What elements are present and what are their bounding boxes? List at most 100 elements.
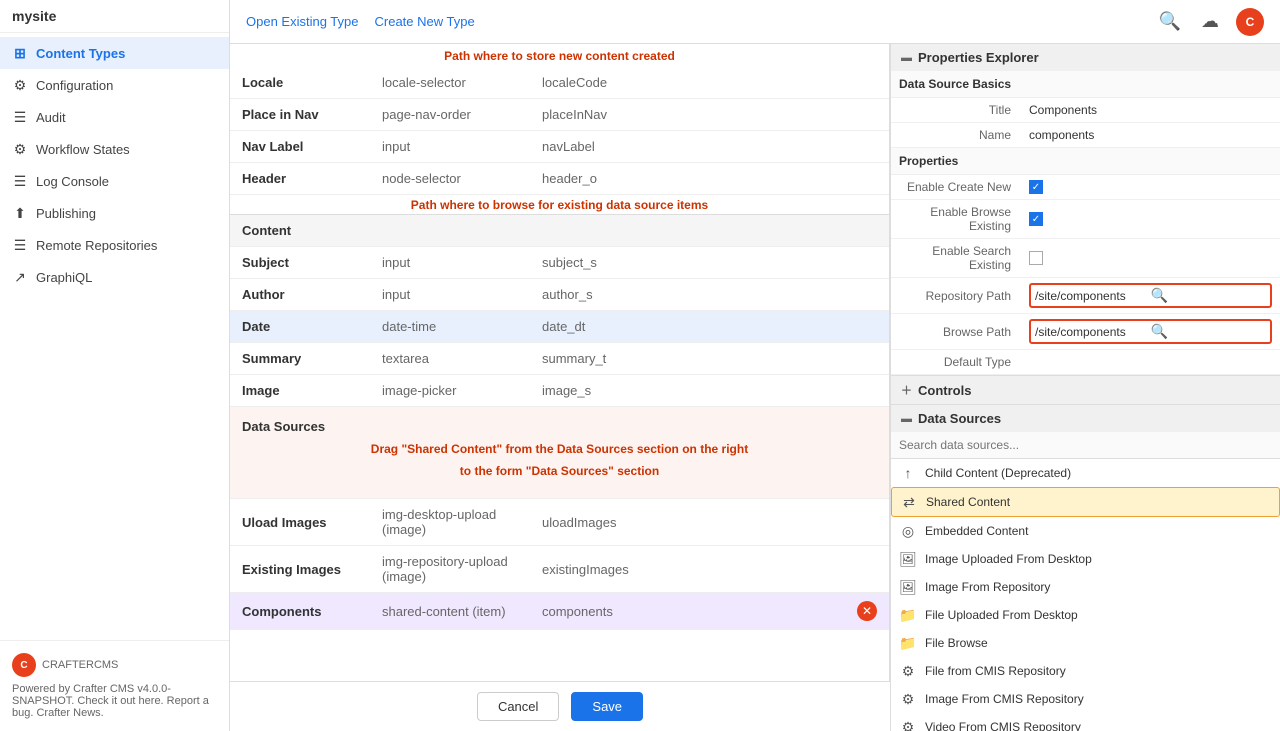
field-name: Date <box>230 311 370 343</box>
table-row: Locale locale-selector localeCode <box>230 67 889 99</box>
prop-row-repo-path: Repository Path /site/components 🔍 <box>891 278 1280 314</box>
ds-item-child-content[interactable]: ↑ Child Content (Deprecated) <box>891 459 1280 487</box>
data-sources-section-label: Data Sources <box>242 419 325 434</box>
ds-item-label: Embedded Content <box>925 524 1028 538</box>
field-name: Locale <box>230 67 370 99</box>
crafter-logo-text: CRAFTERCMS <box>42 659 118 671</box>
grid-icon: ⊞ <box>12 45 28 61</box>
sidebar-nav: ⊞ Content Types ⚙ Configuration ☰ Audit … <box>0 33 229 640</box>
delete-button[interactable]: ✕ <box>857 601 877 621</box>
open-existing-type-link[interactable]: Open Existing Type <box>246 14 359 29</box>
data-sources-label-cell: Data Sources Drag "Shared Content" from … <box>230 407 889 499</box>
sidebar-item-configuration[interactable]: ⚙ Configuration <box>0 69 229 101</box>
sidebar-item-label: Log Console <box>36 174 109 189</box>
search-data-sources-input[interactable] <box>891 432 1280 459</box>
ds-item-embedded-content[interactable]: ◎ Embedded Content <box>891 517 1280 545</box>
field-type: page-nav-order <box>370 99 530 131</box>
controls-header[interactable]: ＋ Controls <box>891 376 1280 404</box>
field-var: localeCode <box>530 67 889 99</box>
properties-explorer-header[interactable]: ▬ Properties Explorer <box>891 44 1280 71</box>
top-bar-icons: 🔍 ☁ C <box>1156 8 1264 36</box>
field-type: input <box>370 279 530 311</box>
table-row: Summary textarea summary_t <box>230 343 889 375</box>
table-row: Nav Label input navLabel <box>230 131 889 163</box>
annotation-store-path: Path where to store new content created <box>230 44 889 67</box>
enable-search-checkbox[interactable] <box>1029 251 1043 265</box>
ds-item-file-desktop[interactable]: 📁 File Uploaded From Desktop <box>891 601 1280 629</box>
ds-item-video-cmis[interactable]: ⚙ Video From CMIS Repository <box>891 713 1280 731</box>
collapse-icon: ▬ <box>901 52 912 64</box>
properties-label: Properties <box>891 148 1280 175</box>
ds-item-file-browse[interactable]: 📁 File Browse <box>891 629 1280 657</box>
sidebar-item-remote-repositories[interactable]: ☰ Remote Repositories <box>0 229 229 261</box>
footer-text1: Powered by Crafter CMS v4.0.0- <box>12 683 217 695</box>
section-label: Content <box>230 215 889 247</box>
sidebar-item-audit[interactable]: ☰ Audit <box>0 101 229 133</box>
sidebar-item-workflow-states[interactable]: ⚙ Workflow States <box>0 133 229 165</box>
field-type: input <box>370 131 530 163</box>
prop-label: Title <box>891 98 1021 123</box>
prop-value <box>1021 239 1280 278</box>
field-type: textarea <box>370 343 530 375</box>
center-panel-wrapper: Path where to store new content created … <box>230 44 890 731</box>
content-table: Content Subject input subject_s Author i… <box>230 214 889 407</box>
browse-path-input[interactable]: /site/components 🔍 <box>1029 319 1272 344</box>
enable-create-checkbox[interactable]: ✓ <box>1029 180 1043 194</box>
console-icon: ☰ <box>12 173 28 189</box>
prop-value: Components <box>1021 98 1280 123</box>
prop-row-enable-browse: Enable Browse Existing ✓ <box>891 200 1280 239</box>
sidebar-item-label: Content Types <box>36 46 125 61</box>
save-button[interactable]: Save <box>571 692 643 721</box>
table-row: Author input author_s <box>230 279 889 311</box>
enable-browse-checkbox[interactable]: ✓ <box>1029 212 1043 226</box>
field-var: placeInNav <box>530 99 889 131</box>
browse-path-value: /site/components <box>1035 325 1151 339</box>
search-icon[interactable]: 🔍 <box>1156 8 1184 36</box>
shared-content-icon: ⇄ <box>900 493 918 511</box>
data-sources-right-header[interactable]: ▬ Data Sources <box>891 405 1280 432</box>
sidebar-item-label: Remote Repositories <box>36 238 157 253</box>
create-new-type-link[interactable]: Create New Type <box>375 14 475 29</box>
ds-item-label: Image Uploaded From Desktop <box>925 552 1092 566</box>
repo-path-search-icon[interactable]: 🔍 <box>1151 287 1267 304</box>
cancel-button[interactable]: Cancel <box>477 692 559 721</box>
repository-path-input[interactable]: /site/components 🔍 <box>1029 283 1272 308</box>
footer-text2: SNAPSHOT. Check it out here. Report a <box>12 695 217 707</box>
field-type: shared-content (item) <box>370 593 530 630</box>
field-type: locale-selector <box>370 67 530 99</box>
file-desktop-icon: 📁 <box>899 606 917 624</box>
properties-explorer-content: Data Source Basics Title Components Name… <box>891 71 1280 375</box>
prop-value: /site/components 🔍 <box>1021 314 1280 350</box>
repo-icon: ☰ <box>12 237 28 253</box>
prop-table-basics: Title Components Name components <box>891 98 1280 148</box>
ds-item-image-desktop[interactable]: 🖼 Image Uploaded From Desktop <box>891 545 1280 573</box>
annotation-browse-path: Path where to browse for existing data s… <box>230 195 889 214</box>
crafter-logo: C CRAFTERCMS <box>12 653 217 677</box>
table-row: Subject input subject_s <box>230 247 889 279</box>
sidebar-item-log-console[interactable]: ☰ Log Console <box>0 165 229 197</box>
data-sources-header-row: Data Sources Drag "Shared Content" from … <box>230 407 889 499</box>
sidebar-item-graphiql[interactable]: ↗ GraphiQL <box>0 261 229 293</box>
field-name: Header <box>230 163 370 195</box>
browse-path-search-icon[interactable]: 🔍 <box>1151 323 1267 340</box>
ds-item-image-cmis[interactable]: ⚙ Image From CMIS Repository <box>891 685 1280 713</box>
sidebar-item-publishing[interactable]: ⬆ Publishing <box>0 197 229 229</box>
field-name: Uload Images <box>230 499 370 546</box>
field-type: img-desktop-upload(image) <box>370 499 530 546</box>
top-bar: Open Existing Type Create New Type 🔍 ☁ C <box>230 0 1280 44</box>
ds-item-image-repo[interactable]: 🖼 Image From Repository <box>891 573 1280 601</box>
center-panel: Path where to store new content created … <box>230 44 890 731</box>
publish-icon: ⬆ <box>12 205 28 221</box>
sidebar-item-content-types[interactable]: ⊞ Content Types <box>0 37 229 69</box>
sidebar-item-label: Workflow States <box>36 142 130 157</box>
list-icon: ☰ <box>12 109 28 125</box>
field-name: Place in Nav <box>230 99 370 131</box>
child-content-icon: ↑ <box>899 464 917 482</box>
ds-item-shared-content[interactable]: ⇄ Shared Content <box>891 487 1280 517</box>
crafter-icon[interactable]: C <box>1236 8 1264 36</box>
sidebar-item-label: Publishing <box>36 206 96 221</box>
cloud-icon[interactable]: ☁ <box>1196 8 1224 36</box>
gear2-icon: ⚙ <box>12 141 28 157</box>
prop-table-properties: Enable Create New ✓ Enable Browse Existi… <box>891 175 1280 375</box>
ds-item-file-cmis[interactable]: ⚙ File from CMIS Repository <box>891 657 1280 685</box>
